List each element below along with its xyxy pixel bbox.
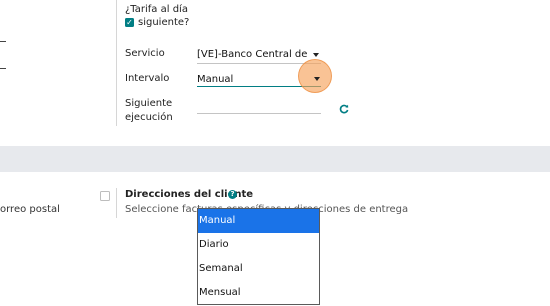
- left-field-label-fragment: orreo postal: [0, 204, 60, 215]
- interval-select[interactable]: Manual: [197, 73, 307, 86]
- left-field-underline-1: [0, 41, 6, 42]
- rate-next-day-label-line1: ¿Tarifa al día: [125, 4, 188, 15]
- interval-option-daily[interactable]: Diario: [198, 233, 319, 257]
- left-column-divider: [116, 0, 117, 126]
- next-run-label-line2: ejecución: [125, 112, 173, 123]
- left-field-underline-2: [0, 68, 6, 69]
- click-indicator: [298, 59, 332, 93]
- section-separator-band: [0, 146, 550, 172]
- interval-option-manual[interactable]: Manual: [198, 209, 319, 233]
- customer-addresses-checkbox[interactable]: [100, 191, 110, 201]
- next-run-input[interactable]: [197, 101, 319, 113]
- service-dropdown-caret-icon[interactable]: [313, 53, 319, 57]
- interval-option-weekly[interactable]: Semanal: [198, 257, 319, 281]
- rate-next-day-checkbox[interactable]: ✓: [125, 18, 134, 27]
- refresh-icon[interactable]: [339, 104, 349, 114]
- interval-option-monthly[interactable]: Mensual: [198, 281, 319, 305]
- question-circle-icon[interactable]: ?: [228, 190, 237, 199]
- rate-next-day-label-line2: siguiente?: [138, 17, 190, 28]
- interval-label: Intervalo: [125, 73, 170, 84]
- left-column-divider-lower: [116, 188, 117, 218]
- service-select[interactable]: [VE]-Banco Central de Venezuela: [197, 48, 309, 61]
- next-run-label-line1: Siguiente: [125, 98, 173, 109]
- service-label: Servicio: [125, 48, 165, 59]
- next-run-field-underline: [197, 113, 321, 114]
- interval-dropdown-list[interactable]: Manual Diario Semanal Mensual: [197, 208, 320, 305]
- interval-dropdown-caret-icon[interactable]: [314, 77, 320, 81]
